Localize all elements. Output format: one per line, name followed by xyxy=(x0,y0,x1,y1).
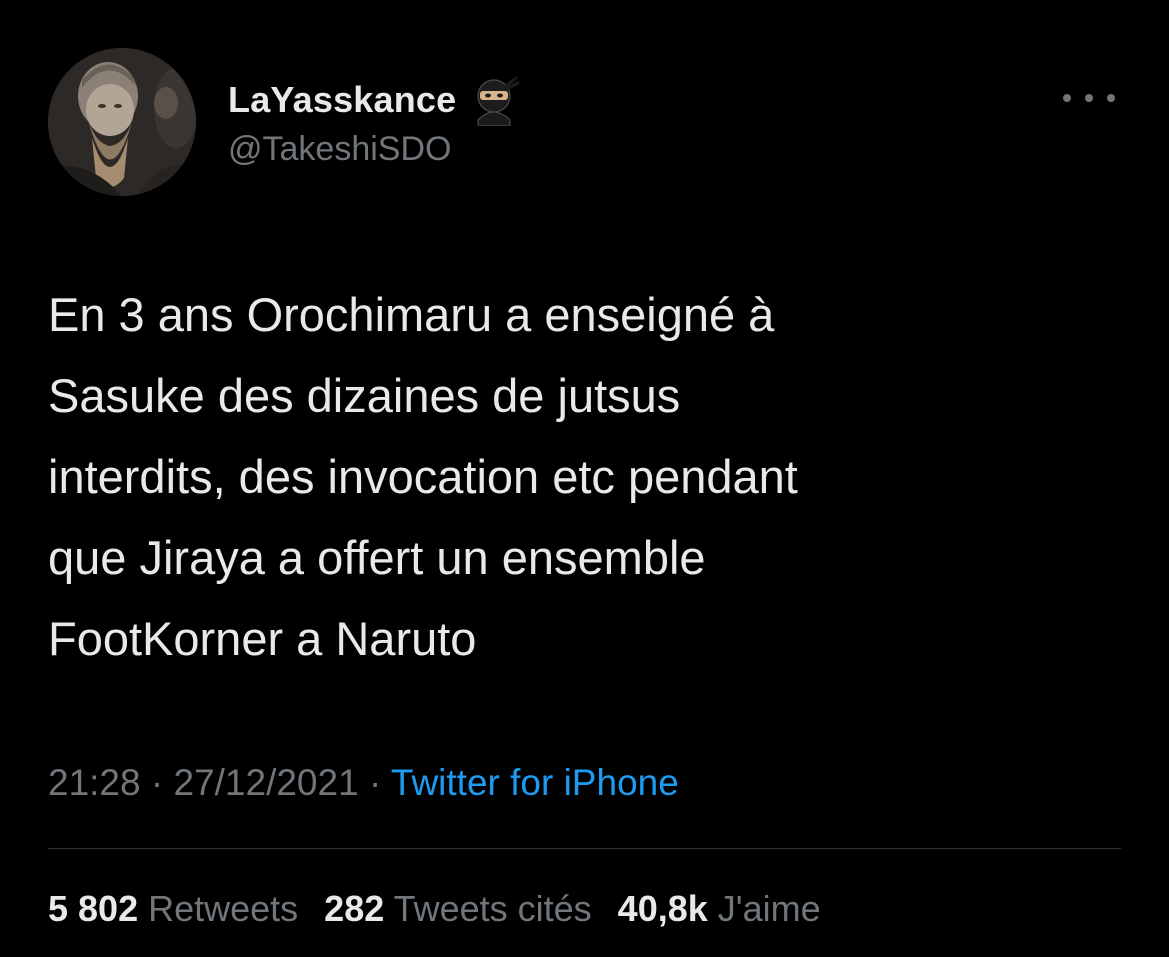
tweet-time[interactable]: 21:28 xyxy=(48,762,141,803)
display-name-row: LaYasskance xyxy=(228,72,520,128)
tweet-text: En 3 ans Orochimaru a enseigné à Sasuke … xyxy=(48,274,1128,679)
quote-tweets-stat[interactable]: 282 Tweets cités xyxy=(324,888,592,930)
retweets-label: Retweets xyxy=(138,888,299,929)
more-dot-icon xyxy=(1085,94,1093,102)
likes-count: 40,8k xyxy=(617,888,708,929)
tweet-card: LaYasskance @TakeshiSDO En 3 ans Orochim… xyxy=(0,0,1169,957)
tweet-text-line: FootKorner a Naruto xyxy=(48,612,477,665)
tweet-stats: 5 802 Retweets 282 Tweets cités 40,8k J'… xyxy=(48,888,821,930)
more-dot-icon xyxy=(1063,94,1071,102)
divider xyxy=(48,848,1121,849)
quote-tweets-count: 282 xyxy=(324,888,385,929)
avatar[interactable] xyxy=(48,48,196,196)
tweet-text-line: En 3 ans Orochimaru a enseigné à xyxy=(48,288,775,341)
user-info[interactable]: LaYasskance @TakeshiSDO xyxy=(228,72,520,169)
likes-label: J'aime xyxy=(707,888,821,929)
more-dot-icon xyxy=(1107,94,1115,102)
tweet-date[interactable]: 27/12/2021 xyxy=(173,762,358,803)
ninja-icon xyxy=(468,74,520,126)
meta-separator: · xyxy=(140,762,174,803)
tweet-meta: 21:28 · 27/12/2021 · Twitter for iPhone xyxy=(48,762,679,804)
likes-stat[interactable]: 40,8k J'aime xyxy=(618,888,821,930)
quote-tweets-label: Tweets cités xyxy=(384,888,592,929)
display-name[interactable]: LaYasskance xyxy=(228,79,456,121)
avatar-image xyxy=(48,48,196,196)
tweet-text-line: interdits, des invocation etc pendant xyxy=(48,450,798,503)
user-handle[interactable]: @TakeshiSDO xyxy=(228,130,520,169)
tweet-source-link[interactable]: Twitter for iPhone xyxy=(391,762,679,803)
retweets-stat[interactable]: 5 802 Retweets xyxy=(48,888,298,930)
more-options-button[interactable] xyxy=(1063,84,1115,112)
tweet-text-line: Sasuke des dizaines de jutsus xyxy=(48,369,681,422)
retweets-count: 5 802 xyxy=(48,888,139,929)
tweet-text-line: que Jiraya a offert un ensemble xyxy=(48,531,706,584)
meta-separator: · xyxy=(358,762,391,803)
